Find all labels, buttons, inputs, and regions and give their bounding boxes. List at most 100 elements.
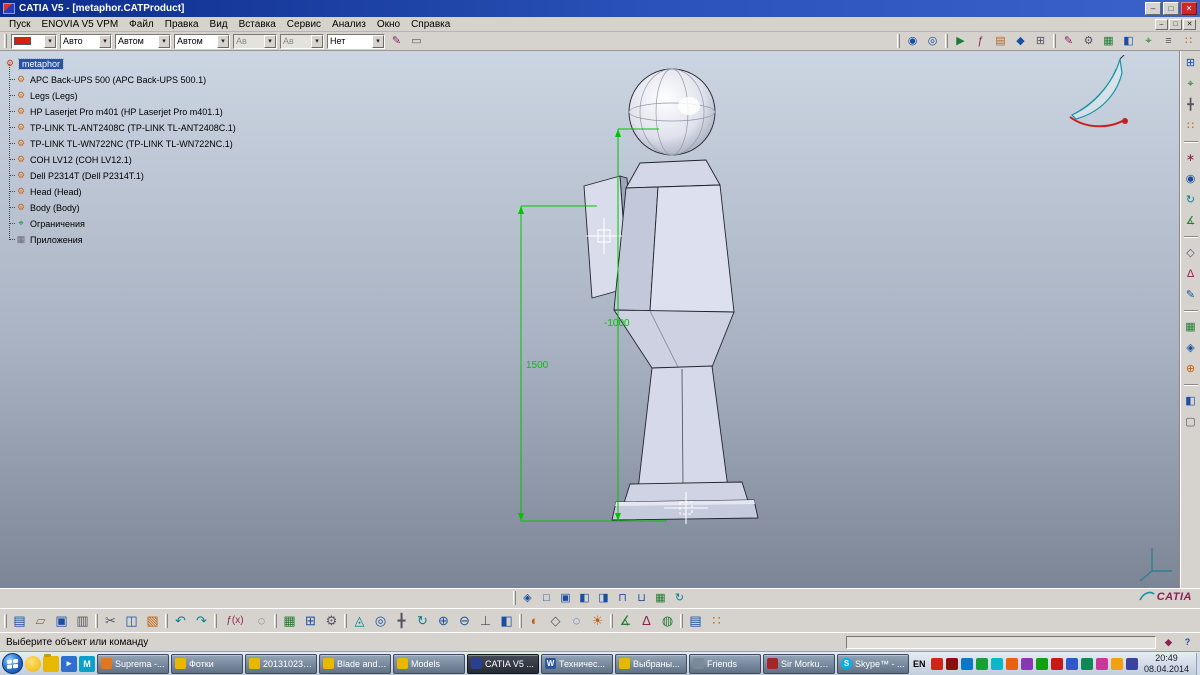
advanced-search-icon[interactable]: ◎ xyxy=(924,33,941,49)
zoom-out-icon[interactable]: ⊖ xyxy=(455,611,474,630)
tree-item-label[interactable]: Legs (Legs) xyxy=(30,91,78,101)
taskbar-button-20131023[interactable]: 20131023_... xyxy=(245,654,317,674)
menu-start[interactable]: Пуск xyxy=(4,19,35,30)
open-icon[interactable]: ▱ xyxy=(31,611,50,630)
mass-icon[interactable]: Δ xyxy=(637,611,656,630)
toolbar-grip[interactable] xyxy=(165,614,168,628)
measure-icon[interactable]: ∡ xyxy=(616,611,635,630)
settings-icon[interactable]: ⚙ xyxy=(1080,33,1097,49)
help-icon[interactable]: ? xyxy=(1181,636,1194,649)
redo-icon[interactable]: ↷ xyxy=(192,611,211,630)
menu-edit[interactable]: Правка xyxy=(160,19,204,30)
minimize-button[interactable]: – xyxy=(1145,2,1161,15)
menu-tools[interactable]: Сервис xyxy=(282,19,326,30)
tray-icon-6[interactable] xyxy=(1006,658,1018,670)
toolbar-grip[interactable] xyxy=(274,614,277,628)
tree-item-label[interactable]: Приложения xyxy=(30,235,83,245)
taskbar-button-sirmorkus[interactable]: Sir Morkus... xyxy=(763,654,835,674)
normal-view-icon[interactable]: ⊥ xyxy=(476,611,495,630)
part-icon[interactable]: ◆ xyxy=(1012,33,1029,49)
toolbar-grip[interactable] xyxy=(680,614,683,628)
quick-launch-icon-1[interactable] xyxy=(25,656,41,672)
toolbar-grip[interactable] xyxy=(945,34,948,48)
tray-icon-2[interactable] xyxy=(946,658,958,670)
fit-all-icon[interactable]: ◎ xyxy=(371,611,390,630)
tray-icon-13[interactable] xyxy=(1111,658,1123,670)
chevron-down-icon[interactable]: ▾ xyxy=(99,35,111,48)
snap-icon[interactable]: ∷ xyxy=(1180,33,1197,49)
tree-item-label[interactable]: APC Back-UPS 500 (APC Back-UPS 500.1) xyxy=(30,75,206,85)
mass-properties-icon[interactable]: Δ xyxy=(1182,266,1199,282)
table-icon[interactable]: ▦ xyxy=(1100,33,1117,49)
paste-icon[interactable]: ▧ xyxy=(143,611,162,630)
tray-icon-9[interactable] xyxy=(1051,658,1063,670)
menu-enovia[interactable]: ENOVIA V5 VPM xyxy=(36,19,123,30)
chevron-down-icon[interactable]: ▾ xyxy=(44,35,56,48)
macro-icon[interactable]: ▶ xyxy=(952,33,969,49)
view-compass[interactable] xyxy=(1062,55,1140,137)
tray-icon-14[interactable] xyxy=(1126,658,1138,670)
menu-analyze[interactable]: Анализ xyxy=(327,19,371,30)
tree-item-label[interactable]: Ограничения xyxy=(30,219,85,229)
layers-icon[interactable]: ▤ xyxy=(686,611,705,630)
tree-item-label[interactable]: Body (Body) xyxy=(30,203,80,213)
split-view-icon[interactable]: ◧ xyxy=(1120,33,1137,49)
command-input[interactable] xyxy=(846,636,1156,649)
toolbar-grip[interactable] xyxy=(513,591,516,605)
wireframe-icon[interactable]: ◇ xyxy=(546,611,565,630)
tray-icon-11[interactable] xyxy=(1081,658,1093,670)
formula-fx-icon[interactable]: ƒ(x) xyxy=(220,611,250,630)
taskbar-button-skype[interactable]: S Skype™ - ... xyxy=(837,654,909,674)
top-view-icon[interactable]: ⊓ xyxy=(614,590,631,606)
line-type-combo[interactable]: Автом ▾ xyxy=(174,34,230,49)
menu-insert[interactable]: Вставка xyxy=(234,19,281,30)
camera-icon[interactable]: ▢ xyxy=(1182,414,1199,430)
menu-file[interactable]: Файл xyxy=(124,19,159,30)
tree-item-label[interactable]: TP-LINK TL-WN722NC (TP-LINK TL-WN722NC.1… xyxy=(30,139,233,149)
show-desktop-button[interactable] xyxy=(1196,653,1200,675)
hide-show-icon[interactable]: ◌ xyxy=(567,611,586,630)
new-file-icon[interactable]: ▤ xyxy=(10,611,29,630)
tray-icon-4[interactable] xyxy=(976,658,988,670)
toolbar-grip[interactable] xyxy=(214,614,217,628)
measure-between-icon[interactable]: ∡ xyxy=(1182,213,1199,229)
tree-item-label[interactable]: Dell P2314T (Dell P2314T.1) xyxy=(30,171,144,181)
wizard-icon[interactable]: ▭ xyxy=(408,33,425,49)
update-icon[interactable]: ↻ xyxy=(1182,192,1199,208)
chevron-down-icon[interactable]: ▾ xyxy=(217,35,229,48)
opacity-combo[interactable]: Авто ▾ xyxy=(60,34,112,49)
snap-grid-icon[interactable]: ∷ xyxy=(707,611,726,630)
undo-icon[interactable]: ↶ xyxy=(171,611,190,630)
doc-restore-button[interactable]: □ xyxy=(1169,19,1182,30)
taskbar-button-models[interactable]: Models xyxy=(393,654,465,674)
scene-icon[interactable]: ▦ xyxy=(1182,319,1199,335)
zoom-in-icon[interactable]: ⊕ xyxy=(434,611,453,630)
taskbar-button-suprema[interactable]: Suprema -... xyxy=(97,654,169,674)
layer-filter-combo[interactable]: Нет ▾ xyxy=(327,34,385,49)
dimension-height-label[interactable]: 1500 xyxy=(526,360,549,371)
menu-window[interactable]: Окно xyxy=(372,19,405,30)
tray-icon-3[interactable] xyxy=(961,658,973,670)
chevron-down-icon[interactable]: ▾ xyxy=(158,35,170,48)
toolbar-grip[interactable] xyxy=(4,614,7,628)
tray-icon-5[interactable] xyxy=(991,658,1003,670)
dmu-review-icon[interactable]: ◈ xyxy=(1182,340,1199,356)
product-graph-icon[interactable]: ⊞ xyxy=(1182,55,1199,71)
annotation-icon[interactable]: ✎ xyxy=(1182,287,1199,303)
publish-icon[interactable]: ⊕ xyxy=(1182,361,1199,377)
search-icon[interactable]: ◉ xyxy=(904,33,921,49)
taskbar-button-blade[interactable]: Blade and ... xyxy=(319,654,391,674)
cut-icon[interactable]: ✂ xyxy=(101,611,120,630)
tree-item-label[interactable]: COH LV12 (COH LV12.1) xyxy=(30,155,132,165)
target-icon[interactable]: ⌖ xyxy=(1140,33,1157,49)
left-view-icon[interactable]: ◧ xyxy=(576,590,593,606)
toolbar-grip[interactable] xyxy=(519,614,522,628)
taskbar-clock[interactable]: 20:49 08.04.2014 xyxy=(1141,653,1193,674)
tree-item-label[interactable]: Head (Head) xyxy=(30,187,82,197)
move-icon[interactable]: ╋ xyxy=(1182,97,1199,113)
tray-icon-10[interactable] xyxy=(1066,658,1078,670)
pan-icon[interactable]: ╋ xyxy=(392,611,411,630)
fly-mode-icon[interactable]: ◬ xyxy=(350,611,369,630)
light-icon[interactable]: ☀ xyxy=(588,611,607,630)
shading-icon[interactable]: ◐ xyxy=(525,611,544,630)
